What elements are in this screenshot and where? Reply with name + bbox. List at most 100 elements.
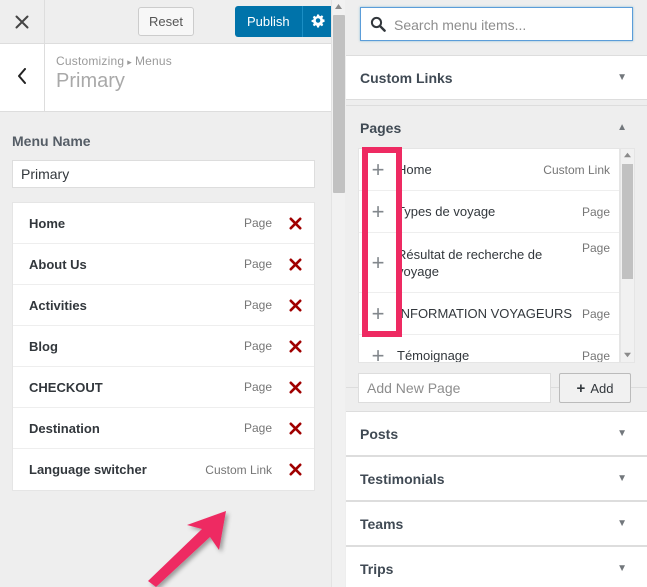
chevron-down-icon: ▼ xyxy=(617,472,627,484)
table-row[interactable]: About Us Page xyxy=(13,244,314,285)
menu-name-label: Menu Name xyxy=(12,133,91,149)
close-customizer-button[interactable] xyxy=(0,0,45,43)
plus-icon[interactable]: + xyxy=(368,251,388,273)
delete-x-icon[interactable] xyxy=(286,378,304,396)
plus-icon[interactable]: + xyxy=(368,344,388,362)
delete-x-icon[interactable] xyxy=(286,255,304,273)
breadcrumb-root: Customizing xyxy=(56,54,125,68)
page-title-label: Témoignage xyxy=(397,348,470,363)
delete-x-icon[interactable] xyxy=(286,214,304,232)
section-title: Custom Links xyxy=(360,69,453,86)
plus-icon: + xyxy=(576,379,586,397)
menu-item-type: Page xyxy=(243,257,272,271)
delete-x-icon[interactable] xyxy=(286,461,304,479)
back-button[interactable] xyxy=(0,44,45,111)
menu-item-type: Page xyxy=(243,216,272,230)
menu-name-input[interactable] xyxy=(12,160,315,188)
menu-item-title: Home xyxy=(29,215,66,231)
chevron-down-icon: ▼ xyxy=(617,517,627,529)
menu-item-title: About Us xyxy=(29,256,87,272)
table-row[interactable]: Home Page xyxy=(13,203,314,244)
breadcrumb-separator-icon: ▸ xyxy=(127,57,132,67)
available-menu-items-panel: Custom Links ▼ Pages ▲ + Home Custom Lin… xyxy=(346,0,647,587)
list-item[interactable]: + Types de voyage Page xyxy=(359,191,619,233)
reset-button[interactable]: Reset xyxy=(138,7,194,36)
list-item[interactable]: + Témoignage Page xyxy=(359,335,619,363)
search-input[interactable] xyxy=(392,8,628,42)
page-type-label: Page xyxy=(581,348,610,363)
section-posts-header[interactable]: Posts ▼ xyxy=(346,412,647,455)
menu-items-list: Home Page About Us Page Activities Page xyxy=(12,202,315,491)
scrollbar-thumb[interactable] xyxy=(622,164,633,279)
publish-settings-button[interactable] xyxy=(301,6,331,37)
section-testimonials[interactable]: Testimonials ▼ xyxy=(346,456,647,501)
scroll-up-icon[interactable] xyxy=(332,3,345,10)
table-row[interactable]: CHECKOUT Page xyxy=(13,367,314,408)
delete-x-icon[interactable] xyxy=(286,419,304,437)
page-title-label: Home xyxy=(397,162,432,177)
customizer-section-header: Customizing ▸ Menus Primary xyxy=(0,44,331,112)
gear-icon xyxy=(311,13,326,31)
scrollbar-thumb[interactable] xyxy=(333,15,345,193)
page-type-label: Page xyxy=(581,204,610,219)
add-page-label: Add xyxy=(590,380,614,396)
customizer-body: Menu Name Home Page About Us Page xyxy=(0,113,331,587)
menu-item-type: Custom Link xyxy=(205,462,272,477)
plus-icon[interactable]: + xyxy=(368,302,388,324)
table-row[interactable]: Destination Page xyxy=(13,408,314,449)
breadcrumb-current: Menus xyxy=(134,54,172,68)
chevron-left-icon xyxy=(16,68,28,87)
section-pages-header[interactable]: Pages ▲ xyxy=(346,106,647,149)
menu-item-title: Language switcher xyxy=(29,462,147,477)
page-type-label: Page xyxy=(581,241,610,255)
list-item[interactable]: + INFORMATION VOYAGEURS Page xyxy=(359,293,619,335)
search-box[interactable] xyxy=(360,7,633,42)
scroll-down-icon[interactable] xyxy=(621,352,634,358)
breadcrumb: Customizing ▸ Menus xyxy=(56,54,172,68)
pages-list-scrollbar[interactable] xyxy=(620,148,635,363)
section-teams[interactable]: Teams ▼ xyxy=(346,501,647,546)
add-new-page-row: + Add xyxy=(358,373,633,403)
section-trips[interactable]: Trips ▼ xyxy=(346,546,647,587)
section-trips-header[interactable]: Trips ▼ xyxy=(346,547,647,587)
plus-icon[interactable]: + xyxy=(368,200,388,222)
page-title-label: Résultat de recherche de voyage xyxy=(397,246,543,279)
table-row[interactable]: Blog Page xyxy=(13,326,314,367)
page-type-label: Page xyxy=(581,306,610,321)
section-title: Teams xyxy=(360,515,404,532)
section-posts[interactable]: Posts ▼ xyxy=(346,411,647,456)
table-row[interactable]: Language switcher Custom Link xyxy=(13,449,314,490)
section-teams-header[interactable]: Teams ▼ xyxy=(346,502,647,545)
table-row[interactable]: Activities Page xyxy=(13,285,314,326)
menu-item-title: Blog xyxy=(29,338,58,354)
section-testimonials-header[interactable]: Testimonials ▼ xyxy=(346,457,647,500)
delete-x-icon[interactable] xyxy=(286,337,304,355)
plus-icon[interactable]: + xyxy=(368,158,388,180)
list-item[interactable]: + Résultat de recherche de voyage Page xyxy=(359,233,619,293)
chevron-up-icon: ▲ xyxy=(617,121,627,133)
section-custom-links-header[interactable]: Custom Links ▼ xyxy=(346,56,647,99)
chevron-down-icon: ▼ xyxy=(617,71,627,83)
publish-button[interactable]: Publish xyxy=(235,6,302,37)
new-page-input[interactable] xyxy=(358,373,551,403)
customizer-topbar: Reset Publish xyxy=(0,0,331,44)
menu-item-type: Page xyxy=(243,380,272,394)
section-title: Trips xyxy=(360,560,394,577)
section-pages: Pages ▲ + Home Custom Link + Types de vo… xyxy=(346,105,647,403)
scroll-up-icon[interactable] xyxy=(621,152,634,158)
search-icon xyxy=(370,16,386,35)
menu-item-type: Page xyxy=(243,339,272,353)
list-item[interactable]: + Home Custom Link xyxy=(359,149,619,191)
page-title-label: INFORMATION VOYAGEURS xyxy=(397,306,573,321)
add-page-button[interactable]: + Add xyxy=(559,373,631,403)
menu-item-type: Page xyxy=(243,298,272,312)
customizer-scrollbar[interactable] xyxy=(331,0,345,587)
page-type-label: Custom Link xyxy=(543,162,610,177)
customizer-screen: Reset Publish Customizing ▸ Menus Primar… xyxy=(0,0,647,587)
delete-x-icon[interactable] xyxy=(286,296,304,314)
menu-item-title: CHECKOUT xyxy=(29,379,103,395)
page-title: Primary xyxy=(56,70,125,92)
section-title: Pages xyxy=(360,119,402,136)
section-custom-links[interactable]: Custom Links ▼ xyxy=(346,55,647,100)
chevron-down-icon: ▼ xyxy=(617,562,627,574)
